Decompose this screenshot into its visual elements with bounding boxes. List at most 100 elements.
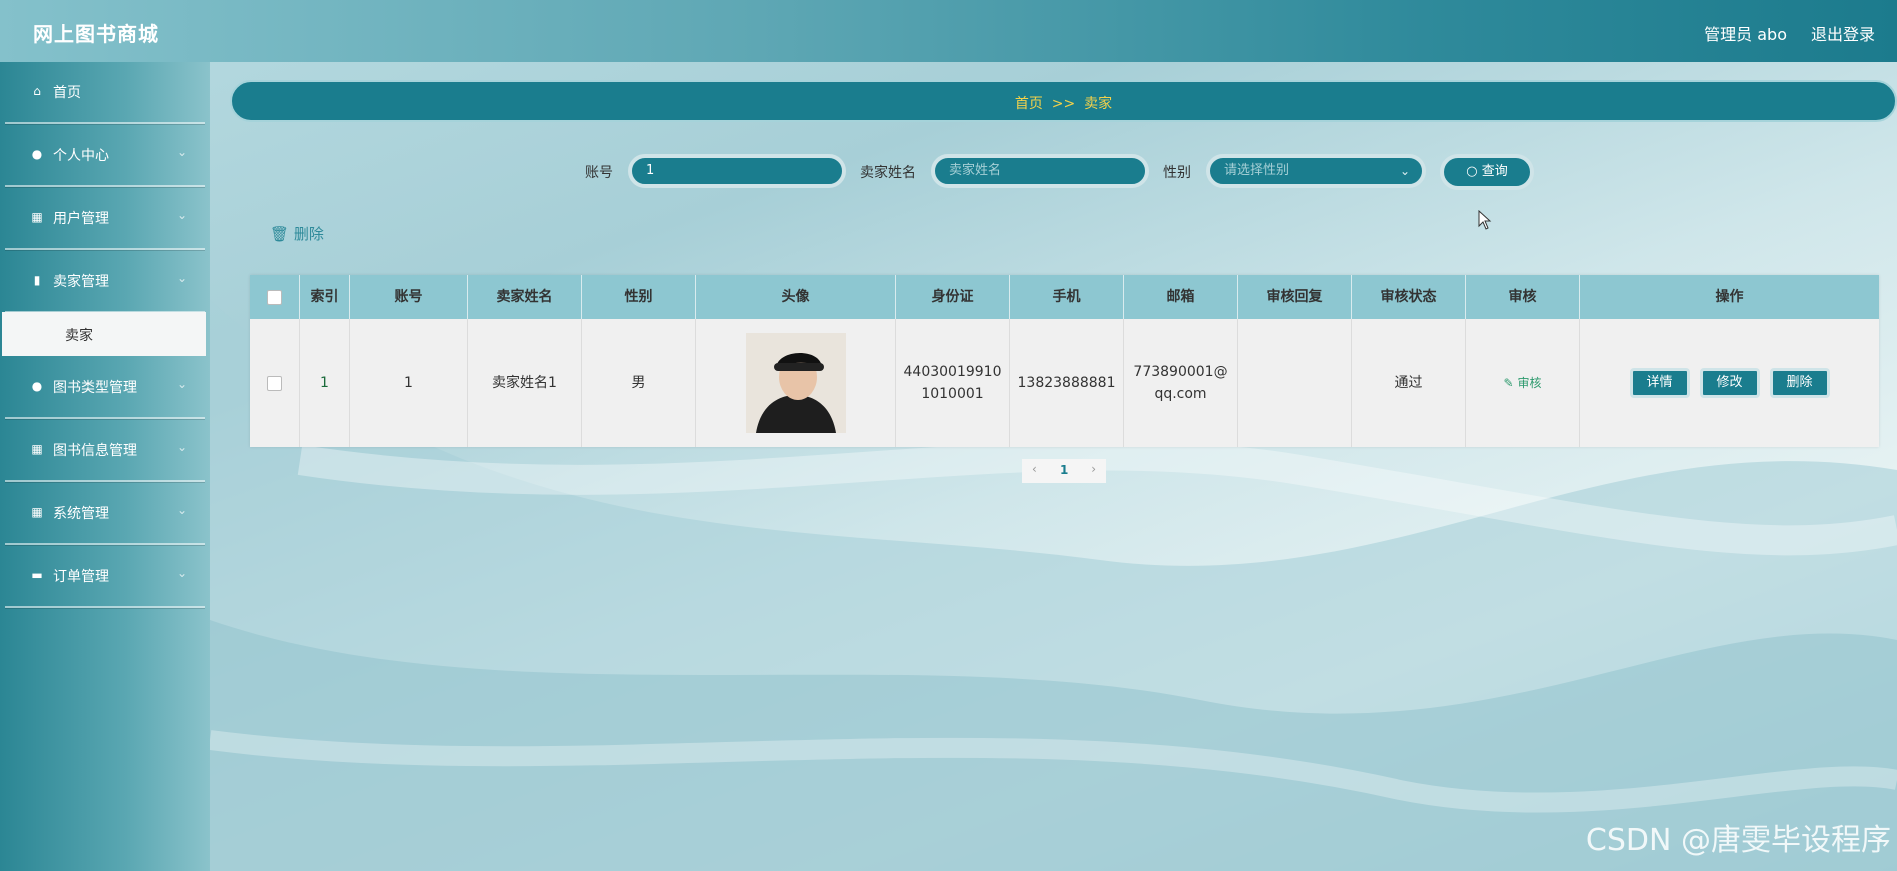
sidebar-item-label: 首页 xyxy=(53,85,81,101)
page-number[interactable]: 1 xyxy=(1060,463,1068,477)
avatar xyxy=(745,333,846,433)
sidebar-item-seller-management[interactable]: ▮ 卖家管理 ⌄ xyxy=(5,251,205,313)
briefcase-icon: ▬ xyxy=(31,568,43,582)
email-line-2: qq.com xyxy=(1154,386,1207,402)
sidebar-item-label: 订单管理 xyxy=(53,569,109,585)
grid-icon: ▦ xyxy=(31,505,43,519)
breadcrumb-home[interactable]: 首页 xyxy=(1015,96,1043,112)
header-email: 邮箱 xyxy=(1124,275,1238,319)
id-card-line-1: 44030019910 xyxy=(903,364,1002,380)
sidebar-subitem-seller[interactable]: 卖家 xyxy=(2,312,206,356)
cell-audit[interactable]: ✎ 审核 xyxy=(1466,319,1580,447)
header-phone: 手机 xyxy=(1010,275,1124,319)
chevron-down-icon: ⌄ xyxy=(176,503,187,517)
grid-icon: ▦ xyxy=(31,442,43,456)
header-account: 账号 xyxy=(350,275,468,319)
header-seller-name: 卖家姓名 xyxy=(468,275,582,319)
header-audit-status: 审核状态 xyxy=(1352,275,1466,319)
sidebar-item-book-info-management[interactable]: ▦ 图书信息管理 ⌄ xyxy=(5,420,205,482)
gender-select[interactable]: 请选择性别 ⌄ xyxy=(1206,154,1426,188)
seller-table: 索引 账号 卖家姓名 性别 头像 身份证 手机 邮箱 审核回复 审核状态 审核 … xyxy=(250,275,1879,447)
chevron-right-icon[interactable]: › xyxy=(1091,462,1096,476)
avatar-image xyxy=(745,333,846,433)
batch-delete-button[interactable]: 🗑 删除 xyxy=(270,223,324,244)
id-card-line-2: 1010001 xyxy=(921,386,984,402)
brand-title: 网上图书商城 xyxy=(33,22,159,46)
sidebar-item-label: 系统管理 xyxy=(53,506,109,522)
header-select-all[interactable] xyxy=(250,275,300,319)
select-all-checkbox[interactable] xyxy=(267,289,282,305)
header-audit-reply: 审核回复 xyxy=(1238,275,1352,319)
chevron-down-icon: ⌄ xyxy=(176,377,187,391)
email-line-1: 773890001@ xyxy=(1133,364,1228,380)
audit-label: 审核 xyxy=(1517,376,1542,390)
cell-avatar xyxy=(696,319,896,447)
cell-phone: 13823888881 xyxy=(1010,319,1124,447)
user-icon: ● xyxy=(31,147,43,161)
bar-chart-icon: ▮ xyxy=(33,273,41,287)
sidebar-item-user-management[interactable]: ▦ 用户管理 ⌄ xyxy=(5,188,205,250)
watermark: CSDN @唐雯毕设程序 xyxy=(1585,823,1891,858)
cell-audit-status: 通过 xyxy=(1352,319,1466,447)
cell-gender: 男 xyxy=(582,319,696,447)
cell-actions: 详情 修改 删除 xyxy=(1580,319,1879,447)
chevron-down-icon: ⌄ xyxy=(1399,164,1410,178)
delete-button[interactable]: 删除 xyxy=(1769,368,1830,398)
sidebar-item-order-management[interactable]: ▬ 订单管理 ⌄ xyxy=(5,546,205,608)
gender-label: 性别 xyxy=(1163,165,1191,181)
cell-id-card: 44030019910 1010001 xyxy=(896,319,1010,447)
chevron-down-icon: ⌄ xyxy=(176,440,187,454)
batch-delete-label: 删除 xyxy=(293,225,324,243)
header-actions: 操作 xyxy=(1715,289,1744,305)
sidebar-item-personal-center[interactable]: ● 个人中心 ⌄ xyxy=(5,125,205,187)
seller-name-label: 卖家姓名 xyxy=(860,165,916,181)
top-bar: 网上图书商城 管理员 abo 退出登录 xyxy=(0,0,1897,62)
cell-email: 773890001@ qq.com xyxy=(1124,319,1238,447)
logout-link[interactable]: 退出登录 xyxy=(1811,21,1875,45)
trash-icon: 🗑 xyxy=(270,225,290,243)
sidebar-item-system-management[interactable]: ▦ 系统管理 ⌄ xyxy=(5,483,205,545)
grid-icon: ▦ xyxy=(31,210,43,224)
seller-name-input[interactable]: 卖家姓名 xyxy=(931,154,1149,188)
chevron-down-icon: ⌄ xyxy=(176,566,187,580)
breadcrumb-current: 卖家 xyxy=(1084,96,1113,112)
query-button[interactable]: ○ 查询 xyxy=(1440,154,1534,190)
row-checkbox[interactable] xyxy=(267,375,282,391)
account-input[interactable]: 1 xyxy=(628,154,846,188)
header-gender: 性别 xyxy=(582,275,696,319)
chevron-down-icon: ⌄ xyxy=(176,271,187,285)
sidebar-item-label: 图书类型管理 xyxy=(53,380,137,396)
home-icon: ⌂ xyxy=(33,84,41,98)
breadcrumb-separator: >> xyxy=(1051,96,1076,112)
cell-account: 1 xyxy=(350,319,468,447)
header-audit: 审核 xyxy=(1466,275,1580,319)
row-select[interactable] xyxy=(250,319,300,447)
chevron-down-icon: ⌄ xyxy=(176,208,187,222)
cell-audit-reply xyxy=(1238,319,1352,447)
table-header: 索引 账号 卖家姓名 性别 头像 身份证 手机 邮箱 审核回复 审核状态 审核 … xyxy=(250,275,1879,319)
chevron-left-icon[interactable]: ‹ xyxy=(1032,462,1037,476)
search-icon: ○ xyxy=(1466,164,1478,179)
edit-button[interactable]: 修改 xyxy=(1699,368,1760,398)
chevron-down-icon: ⌄ xyxy=(176,145,187,159)
cell-index: 1 xyxy=(300,319,350,447)
user-icon: ● xyxy=(31,379,43,393)
sidebar-item-label: 个人中心 xyxy=(53,148,109,164)
audit-link[interactable]: ✎ 审核 xyxy=(1504,372,1542,394)
edit-icon: ✎ xyxy=(1503,376,1514,390)
mouse-cursor-icon xyxy=(1478,210,1492,230)
cell-seller-name: 卖家姓名1 xyxy=(468,319,582,447)
sidebar-subitem-label: 卖家 xyxy=(65,328,93,344)
sidebar-item-home[interactable]: ⌂ 首页 xyxy=(5,62,205,124)
current-user: 管理员 abo xyxy=(1704,25,1787,44)
sidebar: ⌂ 首页 ● 个人中心 ⌄ ▦ 用户管理 ⌄ ▮ 卖家管理 ⌄ 卖家 ● 图书类… xyxy=(0,62,210,871)
account-label: 账号 xyxy=(585,165,613,181)
sidebar-item-book-type-management[interactable]: ● 图书类型管理 ⌄ xyxy=(5,357,205,419)
breadcrumb: 首页 >> 卖家 xyxy=(230,80,1897,122)
pagination: ‹ 1 › xyxy=(1022,459,1106,483)
detail-button[interactable]: 详情 xyxy=(1629,368,1690,398)
query-button-label: 查询 xyxy=(1481,164,1508,179)
gender-select-placeholder: 请选择性别 xyxy=(1224,163,1290,178)
sidebar-item-label: 图书信息管理 xyxy=(53,443,137,459)
sidebar-item-label: 用户管理 xyxy=(53,211,109,227)
